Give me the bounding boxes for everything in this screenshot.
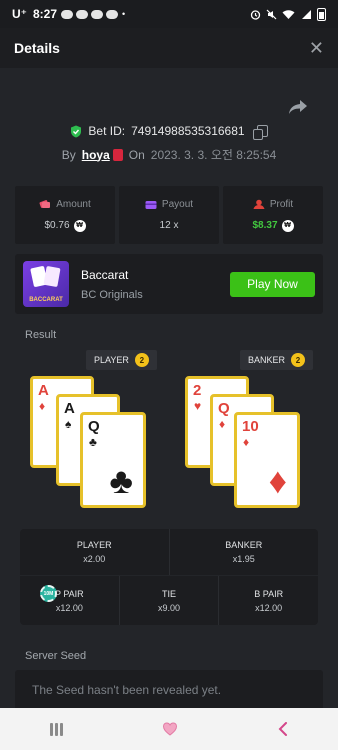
- player-score-badge: 2: [134, 353, 149, 367]
- wifi-icon: [282, 9, 295, 19]
- bet-stats: Amount $0.76 ₩ Payout 12 x Profit $8.37 …: [15, 186, 323, 244]
- bet-id-value: 74914988535316681: [131, 124, 245, 138]
- stat-amount-label: Amount: [56, 198, 91, 210]
- recent-apps-icon[interactable]: [50, 722, 64, 736]
- clock: 8:27: [33, 7, 58, 21]
- bet-id-row: Bet ID: 74914988535316681: [0, 124, 338, 140]
- alarm-icon: [250, 9, 261, 20]
- game-thumbnail[interactable]: BACCARAT: [23, 261, 69, 307]
- currency-coin-icon: ₩: [73, 219, 86, 232]
- bet-banker-mult: x1.95: [232, 554, 255, 564]
- by-label: By: [61, 147, 76, 162]
- copy-icon[interactable]: [252, 125, 268, 140]
- system-icons: [250, 7, 326, 21]
- bet-banker-label: BANKER: [225, 540, 263, 550]
- stat-profit-value: $8.37: [252, 220, 278, 231]
- server-seed-label: Server Seed: [25, 650, 87, 662]
- card-rank: 2: [193, 382, 202, 399]
- mute-icon: [266, 9, 277, 19]
- player-tag: PLAYER 2: [86, 350, 157, 370]
- game-provider: BC Originals: [81, 288, 143, 301]
- page-title: Details: [14, 40, 60, 56]
- bet-tie: TIE x9.00: [118, 576, 219, 625]
- server-seed-box: The Seed hasn't been revealed yet.: [15, 670, 323, 710]
- bet-id-label: Bet ID:: [88, 124, 126, 138]
- bet-p-pair: 10M P PAIR x12.00: [20, 576, 119, 625]
- stat-payout-value: 12 x: [159, 220, 179, 231]
- bet-byline: By hoya On 2023. 3. 3. 오전 8:25:54: [0, 146, 338, 163]
- diamond-suit-icon: ♦: [219, 417, 226, 431]
- card-rank: Q: [218, 400, 230, 417]
- card-rank: 10: [242, 418, 259, 435]
- bet-player: PLAYER x2.00: [20, 529, 169, 575]
- bet-p-pair-mult: x12.00: [55, 602, 83, 613]
- share-icon[interactable]: [288, 98, 308, 116]
- bet-tie-label: TIE: [162, 588, 177, 599]
- bet-b-pair: B PAIR x12.00: [218, 576, 318, 625]
- profit-icon: [253, 199, 265, 209]
- carrier-label: U⁺: [12, 7, 27, 21]
- currency-coin-icon: ₩: [281, 219, 294, 232]
- bet-chip-icon: 10M: [40, 585, 57, 602]
- bet-tie-mult: x9.00: [157, 602, 181, 613]
- bet-table: PLAYER x2.00 BANKER x1.95 10M P PAIR x12…: [20, 529, 319, 625]
- details-header: Details ✕: [0, 28, 338, 68]
- stat-payout-label: Payout: [161, 199, 194, 210]
- player-card-3: Q ♣ ♣: [80, 412, 146, 508]
- user-badge-icon: [112, 148, 123, 161]
- verified-shield-icon: [71, 125, 82, 137]
- banker-tag-label: BANKER: [248, 355, 286, 365]
- stat-profit: Profit $8.37 ₩: [223, 186, 323, 244]
- bet-b-pair-mult: x12.00: [255, 602, 283, 613]
- home-icon[interactable]: [163, 722, 178, 736]
- club-suit-icon: ♣: [89, 435, 97, 449]
- card-rank: Q: [88, 418, 100, 435]
- banker-tag: BANKER 2: [240, 350, 314, 370]
- bet-b-pair-label: B PAIR: [254, 588, 284, 599]
- close-icon[interactable]: ✕: [309, 38, 324, 59]
- username-link[interactable]: hoya: [82, 148, 110, 162]
- payout-icon: [145, 200, 157, 209]
- diamond-suit-large-icon: ♦: [268, 460, 287, 501]
- bet-player-label: PLAYER: [76, 540, 112, 550]
- thumbnail-label: BACCARAT: [29, 297, 63, 303]
- bet-p-pair-label: P PAIR: [54, 588, 84, 599]
- system-nav-bar: [0, 708, 338, 750]
- diamond-suit-icon: ♦: [39, 399, 46, 413]
- stat-amount-value: $0.76: [44, 220, 70, 231]
- card-rank: A: [38, 382, 49, 399]
- play-now-button[interactable]: Play Now: [230, 271, 315, 297]
- battery-icon: [317, 7, 326, 21]
- banker-score-badge: 2: [291, 353, 306, 367]
- spade-suit-icon: ♠: [65, 417, 72, 431]
- card-rank: A: [64, 400, 75, 417]
- player-tag-label: PLAYER: [94, 355, 129, 365]
- on-label: On: [128, 147, 145, 162]
- bet-banker: BANKER x1.95: [168, 529, 319, 575]
- more-notifications-dot: •: [122, 9, 126, 19]
- game-name: Baccarat: [81, 267, 129, 282]
- signal-icon: [302, 9, 311, 19]
- back-icon[interactable]: [278, 722, 288, 736]
- bet-player-mult: x2.00: [83, 554, 106, 564]
- stat-profit-label: Profit: [269, 198, 294, 210]
- result-label: Result: [25, 329, 57, 341]
- banker-card-3: 10 ♦ ♦: [234, 412, 300, 508]
- heart-suit-icon: ♥: [194, 399, 202, 413]
- stat-payout: Payout 12 x: [119, 186, 219, 244]
- game-card: BACCARAT Baccarat BC Originals Play Now: [15, 254, 323, 314]
- server-seed-message: The Seed hasn't been revealed yet.: [32, 683, 222, 697]
- club-suit-large-icon: ♣: [109, 460, 133, 501]
- diamond-suit-icon: ♦: [243, 435, 250, 449]
- stat-amount: Amount $0.76 ₩: [15, 186, 115, 244]
- bet-timestamp: 2023. 3. 3. 오전 8:25:54: [150, 148, 277, 162]
- amount-icon: [39, 200, 51, 208]
- notification-icons: [61, 9, 119, 19]
- status-bar: U⁺ 8:27 •: [0, 0, 338, 28]
